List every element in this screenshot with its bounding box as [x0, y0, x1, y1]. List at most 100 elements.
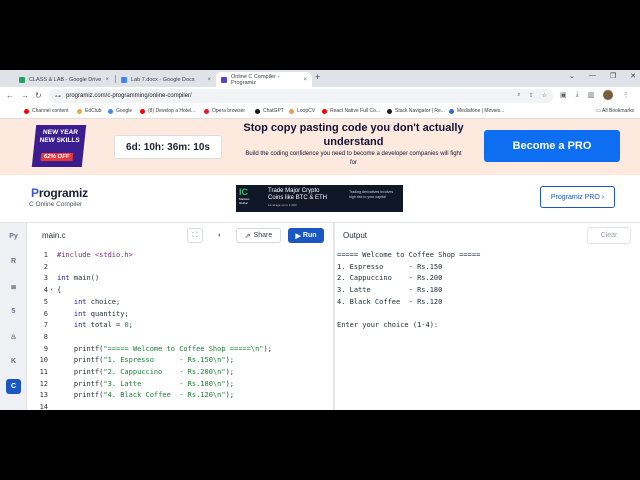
code-line[interactable]: 1 #include <stdio.h>: [27, 251, 333, 262]
run-button[interactable]: ▶ Run: [288, 228, 324, 243]
line-number: 2: [43, 262, 48, 271]
youtube-icon: [140, 108, 145, 114]
dark-mode-icon[interactable]: ◐: [212, 228, 228, 243]
output-line: 3. Latte - Rs.180: [337, 286, 443, 295]
code-text: #include <stdio.h>: [57, 251, 133, 259]
zoom-icon[interactable]: ⌕: [517, 92, 520, 99]
site-info-icon[interactable]: ⊶: [55, 93, 61, 100]
code-line[interactable]: 13 printf("4. Black Coffee - Rs.120\n");: [27, 391, 333, 402]
chevron-down-icon[interactable]: ⌄: [569, 72, 575, 80]
output-line: 2. Cappuccino - Rs.200: [337, 274, 443, 283]
code-token: total =: [86, 321, 125, 330]
extensions-icon[interactable]: ▣: [560, 91, 567, 99]
menu-icon[interactable]: ⋮: [622, 91, 629, 99]
code-line[interactable]: 10 printf("1. Espresso - Rs.150\n");: [27, 356, 333, 367]
bookmark-star-icon[interactable]: ☆: [542, 92, 547, 99]
maximize-icon[interactable]: ❐: [610, 72, 616, 80]
kotlin-icon[interactable]: K: [6, 354, 21, 369]
bookmark-item[interactable]: React Native Full Co...: [322, 108, 380, 114]
tab-title: Online C Compiler - Programiz: [231, 73, 280, 86]
avatar[interactable]: [603, 90, 614, 100]
countdown-timer: 6d: 10h: 36m: 10s: [114, 135, 222, 159]
minimize-icon[interactable]: —: [589, 72, 596, 80]
code-token: #include <stdio.h>: [57, 251, 133, 259]
bookmark-label: LoopCV: [297, 108, 316, 114]
code-text: int main(): [57, 274, 99, 282]
address-bar[interactable]: ⊶ programiz.com/c-programming/online-com…: [49, 89, 553, 103]
tab-programiz[interactable]: Online C Compiler - Programiz ×: [216, 72, 312, 87]
code-token: "3. Latte - Rs.180\n": [103, 379, 226, 388]
line-number: 13: [39, 391, 48, 400]
output-console[interactable]: ===== Welcome to Coffee Shop ===== 1. Esp…: [335, 248, 640, 410]
fold-chevron-icon[interactable]: ▾: [50, 287, 53, 293]
close-icon[interactable]: ×: [105, 77, 109, 83]
code-line[interactable]: 12 printf("3. Latte - Rs.180\n");: [27, 380, 333, 391]
code-line[interactable]: 6 int quantity;: [27, 310, 333, 321]
tab-google-drive[interactable]: CLASS & LAB - Google Drive ×: [14, 72, 114, 87]
bookmark-item[interactable]: Stack Navigator | Re...: [387, 108, 445, 114]
bookmark-item[interactable]: EdClub: [77, 108, 101, 114]
bookmark-item[interactable]: ChatGPT: [255, 108, 284, 114]
code-line[interactable]: 4 ▾ {: [27, 286, 333, 297]
python-icon[interactable]: Py: [6, 229, 21, 244]
bookmark-label: React Native Full Co...: [330, 108, 381, 114]
html-icon[interactable]: 5: [6, 304, 21, 319]
bookmark-item[interactable]: LoopCV: [289, 108, 315, 114]
code-token: );: [225, 379, 235, 388]
code-line[interactable]: 2: [27, 263, 333, 274]
download-icon[interactable]: ⤓: [576, 91, 579, 99]
close-icon[interactable]: ×: [303, 77, 307, 83]
close-icon[interactable]: ×: [207, 77, 211, 83]
code-token: );: [225, 368, 235, 376]
close-icon[interactable]: ✕: [630, 72, 636, 80]
share-page-icon[interactable]: ⇪: [529, 92, 534, 99]
programiz-pro-button[interactable]: Programiz PRO ›: [540, 186, 615, 208]
sidepanel-icon[interactable]: ▥: [588, 91, 595, 99]
bookmark-item[interactable]: Mediafone | Movies...: [449, 108, 504, 114]
tab-google-docs[interactable]: Lab 7.docx - Google Docs ×: [116, 72, 216, 87]
code-text: printf("2. Cappuccino - Rs.200\n");: [57, 368, 234, 376]
code-line[interactable]: 3 int main(): [27, 274, 333, 285]
r-icon[interactable]: R: [6, 254, 21, 269]
share-button[interactable]: ⇗ Share: [236, 228, 281, 243]
ad-banner[interactable]: IC Markets Global Trade Major Crypto Coi…: [236, 185, 403, 212]
all-bookmarks-button[interactable]: ▭ All Bookmarks: [596, 108, 634, 114]
c-icon[interactable]: C: [6, 379, 21, 394]
become-pro-button[interactable]: Become a PRO: [484, 130, 620, 162]
programiz-icon: [221, 76, 227, 83]
java-icon[interactable]: ♨: [6, 329, 21, 344]
code-line[interactable]: 7 int total = 0;: [27, 321, 333, 332]
code-text: int choice;: [57, 298, 120, 306]
code-line[interactable]: 11 printf("2. Cappuccino - Rs.200\n");: [27, 368, 333, 379]
fullscreen-icon[interactable]: ⛶: [187, 228, 203, 243]
ad-line: Trade Major Crypto: [268, 188, 320, 194]
editor-toolbar: main.c ⛶ ◐ ⇗ Share ▶ Run: [27, 223, 333, 248]
new-tab-button[interactable]: +: [315, 72, 320, 82]
code-text: printf("3. Latte - Rs.180\n");: [57, 380, 234, 388]
code-line[interactable]: 8: [27, 333, 333, 344]
file-tab[interactable]: main.c: [42, 231, 66, 240]
programiz-logo[interactable]: Programiz: [31, 186, 88, 200]
back-icon[interactable]: ←: [6, 91, 14, 100]
forward-icon[interactable]: →: [21, 91, 29, 100]
code-line[interactable]: 5 int choice;: [27, 298, 333, 309]
code-token: );: [225, 356, 235, 365]
reload-icon[interactable]: ↻: [35, 91, 42, 100]
browser-window: CLASS & LAB - Google Drive × Lab 7.docx …: [0, 70, 640, 410]
code-line[interactable]: 14: [27, 403, 333, 410]
code-editor[interactable]: 1 #include <stdio.h> 2 3 int main() 4 ▾ {5 int …: [27, 248, 333, 410]
code-token: printf(: [57, 379, 104, 388]
ad-text: Trade Major Crypto Coins like BTC & ETH …: [268, 188, 346, 209]
opera-icon: [204, 108, 209, 114]
clear-button[interactable]: Clear: [587, 227, 631, 244]
sql-icon[interactable]: ≣: [6, 279, 21, 294]
bookmark-item[interactable]: Opera browser: [204, 108, 245, 114]
output-line: 4. Black Coffee - Rs.120: [337, 297, 443, 306]
line-number: 9: [43, 344, 48, 353]
code-token: choice;: [86, 297, 121, 306]
bookmark-item[interactable]: Channel content: [24, 108, 68, 114]
ad-brand-mark: IC: [239, 187, 248, 197]
code-line[interactable]: 9 printf("===== Welcome to Coffee Shop =…: [27, 345, 333, 356]
bookmark-item[interactable]: Google: [108, 108, 132, 114]
bookmark-item[interactable]: (8) Develop a Hotel...: [140, 108, 195, 114]
